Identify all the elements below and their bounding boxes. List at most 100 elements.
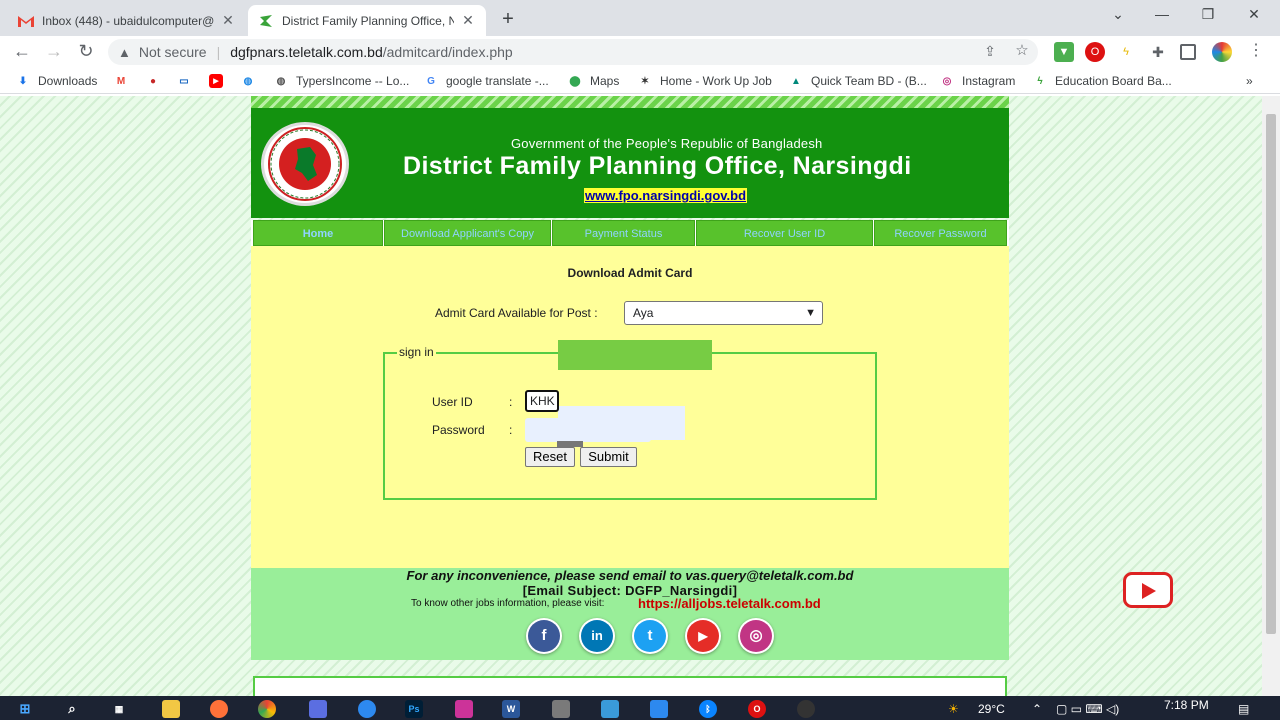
- office-website-link[interactable]: www.fpo.narsingdi.gov.bd: [584, 188, 748, 203]
- weather-icon[interactable]: ☀: [948, 702, 959, 716]
- reload-icon[interactable]: ↻: [74, 40, 98, 64]
- app-icon[interactable]: [309, 700, 327, 718]
- new-tab-button[interactable]: +: [496, 8, 520, 32]
- minimize-icon[interactable]: —: [1150, 6, 1174, 28]
- tray-chevron-icon[interactable]: ⌃: [1032, 702, 1042, 716]
- profile-avatar[interactable]: [1212, 42, 1232, 62]
- extension-bolt-icon[interactable]: ϟ: [1116, 42, 1136, 62]
- notification-icon[interactable]: ▤: [1238, 702, 1249, 716]
- post-select[interactable]: Aya ▼: [624, 301, 823, 325]
- main-content: Download Admit Card Admit Card Available…: [251, 246, 1009, 568]
- menu-icon[interactable]: ⋮: [1244, 40, 1268, 64]
- bookmark-google-translate[interactable]: Ggoogle translate -...: [424, 72, 549, 90]
- close-tab-icon[interactable]: ✕: [460, 12, 476, 29]
- bookmark-monitor[interactable]: ▭: [177, 72, 199, 90]
- search-icon[interactable]: ⌕: [63, 700, 81, 718]
- security-label[interactable]: Not secure: [139, 44, 207, 60]
- bookmark-workupjob[interactable]: ✶ Home - Work Up Job: [638, 72, 772, 90]
- tray-icons[interactable]: ▢ ▭ ⌨ ◁): [1056, 702, 1119, 716]
- bookmark-maps[interactable]: ⬤ Maps: [568, 72, 619, 90]
- nav-download-applicant-copy[interactable]: Download Applicant's Copy: [384, 220, 551, 246]
- clock[interactable]: 7:18 PM: [1164, 698, 1209, 712]
- bookmark-quickteam[interactable]: ▲ Quick Team BD - (B...: [789, 72, 927, 90]
- nav-home[interactable]: Home: [253, 220, 383, 246]
- tab-dfpo[interactable]: District Family Planning Office, N ✕: [248, 5, 486, 36]
- user-id-label: User ID: [432, 395, 473, 409]
- linkedin-icon[interactable]: in: [581, 620, 613, 652]
- facebook-icon[interactable]: f: [528, 620, 560, 652]
- app-icon[interactable]: [358, 700, 376, 718]
- bluetooth-icon[interactable]: ᛒ: [699, 700, 717, 718]
- bookmark-star-icon[interactable]: ☆: [1010, 40, 1034, 64]
- form-title: Download Admit Card: [567, 266, 693, 280]
- youtube-icon: ▶: [209, 74, 223, 88]
- task-view-icon[interactable]: ▦: [110, 700, 128, 718]
- restore-icon[interactable]: ❐: [1196, 6, 1220, 28]
- address-bar[interactable]: ▲ Not secure | dgfpnars.teletalk.com.bd /…: [108, 39, 1038, 65]
- post-selected-value: Aya: [633, 306, 654, 320]
- youtube-icon[interactable]: ▶: [687, 620, 719, 652]
- bookmark-youtube[interactable]: ▶: [209, 72, 231, 90]
- chrome-icon[interactable]: [258, 700, 276, 718]
- file-explorer-icon[interactable]: [162, 700, 180, 718]
- bookmark-downloads[interactable]: ⬇ Downloads: [16, 72, 98, 90]
- teletalk-icon: [258, 13, 274, 29]
- divider: |: [216, 44, 221, 60]
- bookmark-globe[interactable]: ◍: [241, 72, 263, 90]
- bookmark-gmail[interactable]: M: [114, 72, 136, 90]
- page-scrollbar[interactable]: [1262, 96, 1280, 696]
- bookmark-instagram[interactable]: ◎ Instagram: [940, 72, 1016, 90]
- extension-download-icon[interactable]: ▼: [1054, 42, 1074, 62]
- youtube-floating-icon[interactable]: [1123, 572, 1173, 608]
- footer-jobs-link[interactable]: https://alljobs.teletalk.com.bd: [638, 596, 821, 611]
- user-id-field[interactable]: KHK: [525, 390, 559, 412]
- firefox-icon[interactable]: [210, 700, 228, 718]
- tab-search-icon[interactable]: ⌄: [1106, 6, 1130, 28]
- bookmark-typersincome[interactable]: ◍ TypersIncome -- Lo...: [274, 72, 410, 90]
- app-icon[interactable]: [601, 700, 619, 718]
- instagram-icon: ◎: [942, 75, 952, 87]
- government-line: Government of the People's Republic of B…: [511, 136, 823, 151]
- forward-icon[interactable]: →: [42, 40, 66, 64]
- sidepanel-icon[interactable]: [1180, 44, 1196, 60]
- nav-recover-password[interactable]: Recover Password: [874, 220, 1007, 246]
- extension-opera-icon[interactable]: O: [1085, 42, 1105, 62]
- globe-icon: ◍: [243, 75, 253, 87]
- bookmarks-more-icon[interactable]: »: [1246, 72, 1253, 90]
- windows-start-icon[interactable]: ⊞: [16, 700, 34, 718]
- bookmark-label: Instagram: [962, 74, 1016, 88]
- warning-icon[interactable]: ▲: [118, 45, 131, 60]
- photoshop-icon[interactable]: Ps: [405, 700, 423, 718]
- close-window-icon[interactable]: ✕: [1242, 6, 1266, 28]
- bookmark-label: Education Board Ba...: [1055, 74, 1172, 88]
- app-icon[interactable]: [797, 700, 815, 718]
- reset-button[interactable]: Reset: [525, 447, 575, 467]
- nav-recover-user-id[interactable]: Recover User ID: [696, 220, 873, 246]
- tab-title: District Family Planning Office, N: [282, 13, 454, 28]
- extensions-puzzle-icon[interactable]: ✚: [1148, 42, 1168, 62]
- bookmark-app[interactable]: ●: [146, 72, 168, 90]
- footer-jobs-text: To know other jobs information, please v…: [411, 598, 605, 609]
- tab-gmail[interactable]: Inbox (448) - ubaidulcomputer@ ✕: [8, 5, 246, 36]
- submit-button[interactable]: Submit: [580, 447, 637, 467]
- back-icon[interactable]: ←: [10, 40, 34, 64]
- twitter-icon[interactable]: t: [634, 620, 666, 652]
- share-icon[interactable]: ⇪: [978, 40, 1002, 64]
- close-tab-icon[interactable]: ✕: [220, 12, 236, 29]
- maps-icon: ⬤: [569, 75, 581, 87]
- weather-temp[interactable]: 29°C: [978, 702, 1005, 716]
- cap-icon: ▲: [791, 75, 801, 87]
- calculator-icon[interactable]: [552, 700, 570, 718]
- nav-payment-status[interactable]: Payment Status: [552, 220, 695, 246]
- word-icon[interactable]: W: [502, 700, 520, 718]
- site-header: Government of the People's Republic of B…: [251, 108, 1009, 218]
- colon: :: [509, 423, 513, 437]
- bookmark-education-board[interactable]: ϟ Education Board Ba...: [1033, 72, 1172, 90]
- instagram-icon[interactable]: ◎: [740, 620, 772, 652]
- sign-in-legend: sign in: [397, 345, 436, 359]
- app-icon[interactable]: [650, 700, 668, 718]
- download-icon: ⬇: [18, 75, 28, 87]
- app-icon[interactable]: [455, 700, 473, 718]
- scrollbar-thumb[interactable]: [1266, 114, 1276, 634]
- opera-icon[interactable]: O: [748, 700, 766, 718]
